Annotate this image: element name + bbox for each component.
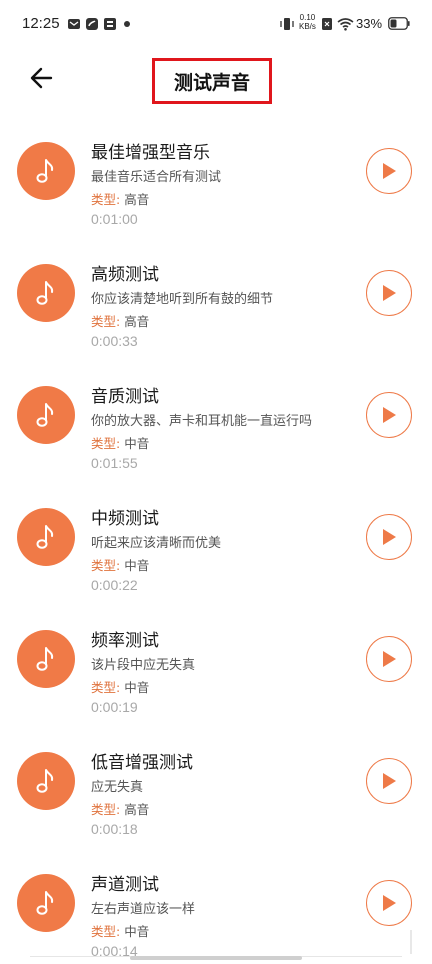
list-item[interactable]: 声道测试 左右声道应该一样 类型: 中音 0:00:14 — [0, 852, 432, 964]
track-duration: 0:00:22 — [91, 577, 138, 593]
music-note-icon — [36, 159, 54, 183]
music-note-icon — [36, 769, 54, 793]
music-note-icon — [36, 647, 54, 671]
track-description: 听起来应该清晰而优美 — [91, 536, 222, 551]
type-value: 中音 — [124, 680, 150, 695]
type-value: 中音 — [124, 924, 150, 939]
play-button[interactable] — [366, 758, 412, 804]
track-description: 你的放大器、声卡和耳机能一直运行吗 — [91, 414, 313, 429]
type-value: 中音 — [124, 436, 150, 451]
music-note-icon — [36, 403, 54, 427]
back-arrow-icon — [30, 67, 53, 89]
app-notification-icon — [86, 18, 98, 30]
list-item[interactable]: 频率测试 该片段中应无失真 类型: 中音 0:00:19 — [0, 608, 432, 730]
music-note-icon — [36, 525, 54, 549]
play-button[interactable] — [366, 270, 412, 316]
track-name: 中频测试 — [91, 509, 159, 529]
media-notification-icon — [104, 18, 116, 30]
list-item[interactable]: 最佳增强型音乐 最佳音乐适合所有测试 类型: 高音 0:01:00 — [0, 120, 432, 242]
music-note-avatar — [17, 630, 75, 688]
play-button[interactable] — [366, 636, 412, 682]
play-button[interactable] — [366, 514, 412, 560]
type-label: 类型: — [91, 192, 121, 207]
track-duration: 0:00:18 — [91, 821, 138, 837]
battery-percent: 33% — [356, 16, 383, 31]
music-note-avatar — [17, 386, 75, 444]
play-icon — [383, 285, 396, 301]
sim-icon — [322, 18, 332, 30]
type-value: 中音 — [124, 558, 150, 573]
vibrate-icon — [280, 18, 294, 30]
track-type: 类型: 高音 — [91, 311, 149, 330]
type-value: 高音 — [124, 314, 150, 329]
dot-notification-icon — [124, 21, 130, 27]
type-label: 类型: — [91, 314, 121, 329]
music-note-icon — [36, 891, 54, 915]
track-type: 类型: 中音 — [91, 921, 149, 940]
track-name: 声道测试 — [91, 875, 159, 895]
track-type: 类型: 中音 — [91, 677, 149, 696]
track-description: 最佳音乐适合所有测试 — [91, 170, 222, 185]
type-label: 类型: — [91, 802, 121, 817]
track-name: 音质测试 — [91, 387, 159, 407]
type-label: 类型: — [91, 924, 121, 939]
list-item[interactable]: 音质测试 你的放大器、声卡和耳机能一直运行吗 类型: 中音 0:01:55 — [0, 364, 432, 486]
track-duration: 0:00:33 — [91, 333, 138, 349]
play-button[interactable] — [366, 880, 412, 926]
play-button[interactable] — [366, 392, 412, 438]
home-indicator[interactable] — [130, 956, 302, 960]
network-speed: 0.10 KB/s — [299, 13, 316, 31]
back-button[interactable] — [27, 63, 57, 93]
track-name: 频率测试 — [91, 631, 159, 651]
track-description: 你应该清楚地听到所有鼓的细节 — [91, 292, 274, 307]
track-duration: 0:00:19 — [91, 699, 138, 715]
track-name: 高频测试 — [91, 265, 159, 285]
music-note-avatar — [17, 508, 75, 566]
track-type: 类型: 中音 — [91, 555, 149, 574]
battery-icon — [388, 17, 410, 30]
wifi-icon — [337, 18, 354, 31]
list-item[interactable]: 高频测试 你应该清楚地听到所有鼓的细节 类型: 高音 0:00:33 — [0, 242, 432, 364]
scrollbar[interactable] — [410, 930, 412, 954]
list-item[interactable]: 低音增强测试 应无失真 类型: 高音 0:00:18 — [0, 730, 432, 852]
page-title-highlight: 测试声音 — [152, 58, 272, 104]
music-note-avatar — [17, 142, 75, 200]
music-note-avatar — [17, 264, 75, 322]
type-label: 类型: — [91, 436, 121, 451]
play-icon — [383, 163, 396, 179]
track-description: 左右声道应该一样 — [91, 902, 196, 917]
network-speed-value: 0.10 — [299, 13, 316, 22]
play-icon — [383, 773, 396, 789]
type-value: 高音 — [124, 802, 150, 817]
music-note-avatar — [17, 752, 75, 810]
status-bar: 12:25 0.10 KB/s 33% — [0, 0, 432, 52]
status-time: 12:25 — [22, 15, 60, 32]
play-icon — [383, 407, 396, 423]
track-name: 最佳增强型音乐 — [91, 143, 210, 163]
play-button[interactable] — [366, 148, 412, 194]
type-label: 类型: — [91, 558, 121, 573]
mail-notification-icon — [68, 19, 80, 29]
play-icon — [383, 895, 396, 911]
network-speed-unit: KB/s — [299, 22, 316, 31]
track-type: 类型: 高音 — [91, 189, 149, 208]
music-note-avatar — [17, 874, 75, 932]
list-item[interactable]: 中频测试 听起来应该清晰而优美 类型: 中音 0:00:22 — [0, 486, 432, 608]
track-duration: 0:01:00 — [91, 211, 138, 227]
music-note-icon — [36, 281, 54, 305]
track-type: 类型: 高音 — [91, 799, 149, 818]
track-description: 应无失真 — [91, 780, 144, 795]
track-description: 该片段中应无失真 — [91, 658, 196, 673]
type-label: 类型: — [91, 680, 121, 695]
track-duration: 0:01:55 — [91, 455, 138, 471]
track-type: 类型: 中音 — [91, 433, 149, 452]
play-icon — [383, 651, 396, 667]
page-title: 测试声音 — [173, 71, 250, 94]
track-name: 低音增强测试 — [91, 753, 193, 773]
play-icon — [383, 529, 396, 545]
type-value: 高音 — [124, 192, 150, 207]
